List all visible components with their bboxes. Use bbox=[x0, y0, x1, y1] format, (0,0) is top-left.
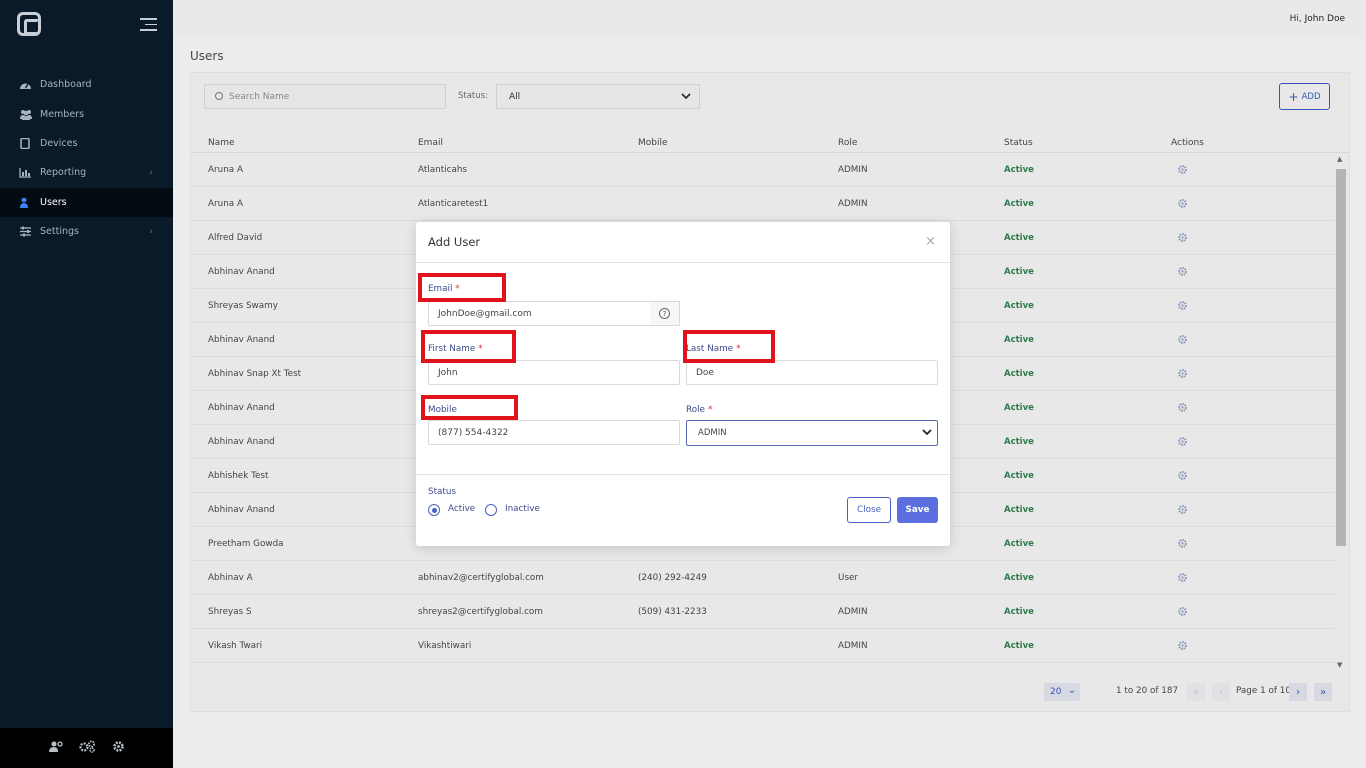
role-value: ADMIN bbox=[698, 428, 727, 438]
modal-divider bbox=[416, 474, 950, 475]
first-name-field[interactable]: John bbox=[428, 360, 680, 385]
email-help-button[interactable]: ? bbox=[650, 301, 680, 326]
close-button[interactable]: Close bbox=[847, 497, 891, 523]
role-label-text: Role bbox=[686, 405, 705, 415]
status-inactive-label[interactable]: Inactive bbox=[505, 504, 540, 514]
modal-title: Add User bbox=[428, 235, 481, 249]
first-name-label-highlight bbox=[421, 330, 516, 363]
mobile-label-highlight bbox=[421, 395, 518, 420]
add-user-modal: Add User × Email * JohnDoe@gmail.com ? Fi… bbox=[416, 222, 950, 546]
required-mark: * bbox=[707, 405, 713, 415]
email-label-highlight bbox=[418, 273, 506, 302]
role-label: Role * bbox=[686, 405, 712, 415]
role-select[interactable]: ADMIN bbox=[686, 420, 938, 446]
mobile-field[interactable]: (877) 554-4322 bbox=[428, 420, 680, 445]
save-button[interactable]: Save bbox=[897, 497, 938, 523]
question-icon: ? bbox=[659, 308, 670, 319]
email-field[interactable]: JohnDoe@gmail.com bbox=[428, 301, 651, 326]
modal-header: Add User × bbox=[416, 222, 950, 263]
email-value: JohnDoe@gmail.com bbox=[438, 308, 532, 319]
last-name-label-highlight bbox=[683, 330, 775, 363]
mobile-value: (877) 554-4322 bbox=[438, 427, 509, 438]
status-active-radio[interactable] bbox=[428, 504, 440, 516]
last-name-field[interactable]: Doe bbox=[686, 360, 938, 385]
first-name-value: John bbox=[438, 367, 458, 378]
chevron-down-icon bbox=[921, 426, 933, 441]
status-label: Status bbox=[428, 487, 457, 497]
status-inactive-radio[interactable] bbox=[485, 504, 497, 516]
close-icon[interactable]: × bbox=[925, 234, 936, 249]
last-name-value: Doe bbox=[696, 367, 714, 378]
status-active-label[interactable]: Active bbox=[448, 504, 475, 514]
